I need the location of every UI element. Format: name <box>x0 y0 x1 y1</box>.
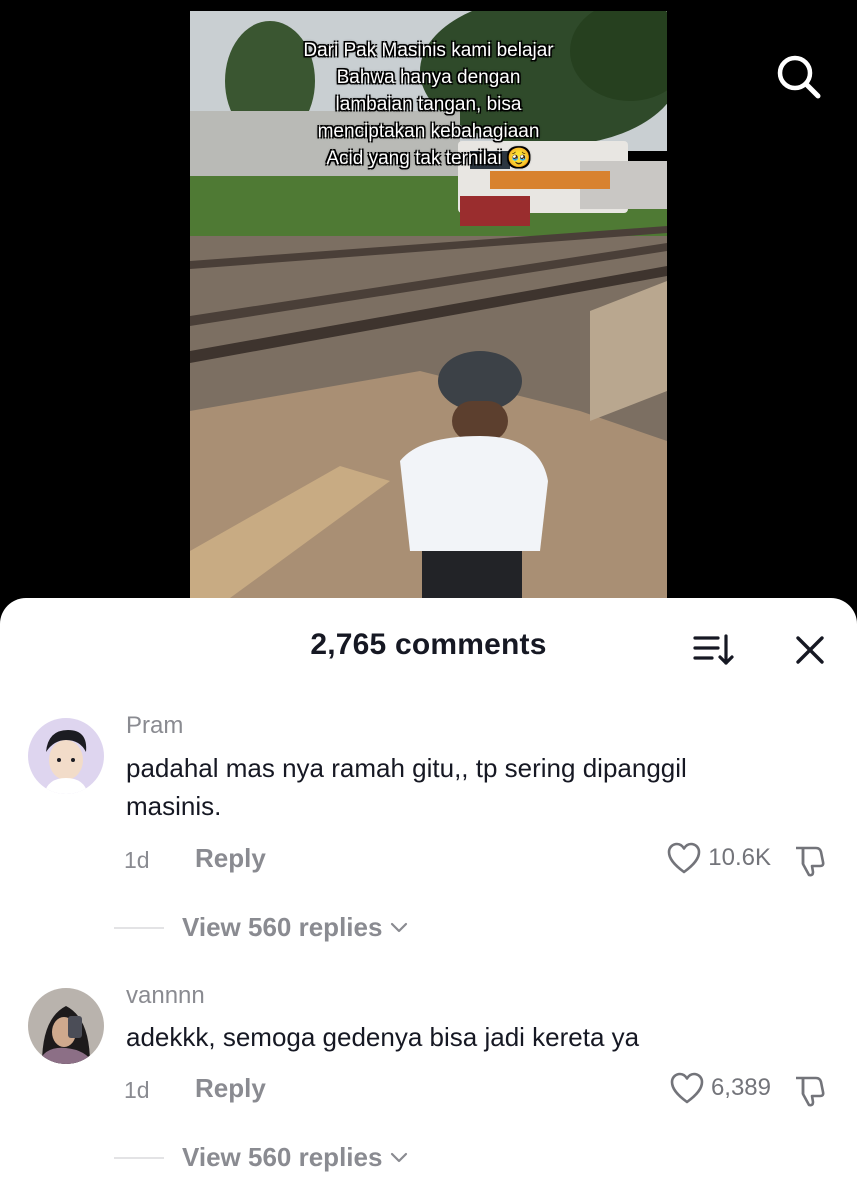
search-button[interactable] <box>772 50 824 102</box>
like-count: 10.6K <box>708 844 771 871</box>
dislike-button[interactable] <box>792 1072 828 1108</box>
thumbs-down-icon <box>796 1076 825 1107</box>
comment-text: adekkk, semoga gedenya bisa jadi kereta … <box>126 1022 640 1052</box>
video-caption: Dari Pak Masinis kami belajar Bahwa hany… <box>190 37 667 172</box>
view-replies-label: View 560 replies <box>182 912 383 942</box>
like-button[interactable]: 6,389 <box>669 1071 771 1105</box>
dislike-button[interactable] <box>792 842 828 878</box>
replies-divider <box>114 926 164 929</box>
heart-icon <box>670 1072 704 1104</box>
avatar-image <box>28 718 104 794</box>
comment-username[interactable]: Pram <box>126 712 183 740</box>
like-count: 6,389 <box>710 1074 771 1101</box>
comment-time: 1d <box>124 1077 150 1103</box>
caption-line: Acid yang tak ternilai 🥹 <box>326 148 531 169</box>
video-player[interactable]: Dari Pak Masinis kami belajar Bahwa hany… <box>0 0 857 640</box>
caption-line: menciptakan kebahagiaan <box>317 121 540 142</box>
chevron-down-icon <box>391 1152 408 1162</box>
caption-line: lambaian tangan, bisa <box>335 94 522 115</box>
close-icon <box>796 636 824 664</box>
replies-divider <box>114 1156 164 1159</box>
reply-button[interactable]: Reply <box>195 843 266 874</box>
avatar[interactable] <box>28 988 104 1064</box>
comment-username[interactable]: vannnn <box>126 982 205 1010</box>
thumbs-down-icon <box>796 846 825 877</box>
close-button[interactable] <box>790 630 830 670</box>
view-replies-label: View 560 replies <box>182 1142 383 1172</box>
video-frame[interactable]: Dari Pak Masinis kami belajar Bahwa hany… <box>190 11 667 598</box>
view-replies-button[interactable]: View 560 replies <box>114 1142 408 1173</box>
view-replies-button[interactable]: View 560 replies <box>114 912 408 943</box>
avatar-image <box>28 988 104 1064</box>
comment-text: padahal mas nya ramah gitu,, tp sering d… <box>126 753 687 821</box>
avatar[interactable] <box>28 718 104 794</box>
comment-time: 1d <box>124 847 150 873</box>
comments-sheet: 2,765 comments Pram padahal mas nya rama… <box>0 598 857 1200</box>
caption-line: Dari Pak Masinis kami belajar <box>303 40 554 61</box>
sort-icon <box>693 634 734 665</box>
chevron-down-icon <box>391 922 408 932</box>
sort-button[interactable] <box>692 632 736 668</box>
search-icon <box>777 55 821 99</box>
caption-line: Bahwa hanya dengan <box>336 67 521 88</box>
reply-button[interactable]: Reply <box>195 1073 266 1104</box>
like-button[interactable]: 10.6K <box>666 841 771 875</box>
heart-icon <box>667 842 701 874</box>
